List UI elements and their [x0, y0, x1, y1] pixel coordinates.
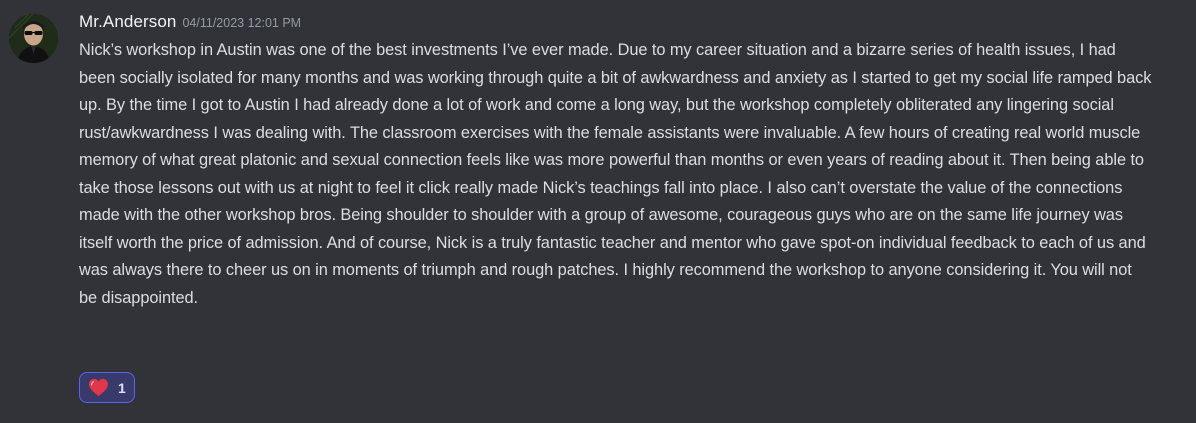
heart-reaction-button[interactable]: 1 — [79, 372, 135, 403]
username[interactable]: Mr.Anderson — [79, 12, 176, 31]
avatar[interactable] — [9, 14, 58, 63]
message-header: Mr.Anderson 04/11/2023 12:01 PM — [79, 12, 301, 36]
user-avatar-icon — [9, 14, 58, 63]
message-content: Nick’s workshop in Austin was one of the… — [79, 41, 1152, 307]
timestamp: 04/11/2023 12:01 PM — [182, 16, 302, 30]
heart-icon — [87, 378, 109, 398]
reactions-bar: 1 — [79, 372, 135, 403]
chat-message: Mr.Anderson 04/11/2023 12:01 PM Nick’s wo… — [0, 0, 1196, 423]
reaction-count: 1 — [118, 379, 126, 396]
